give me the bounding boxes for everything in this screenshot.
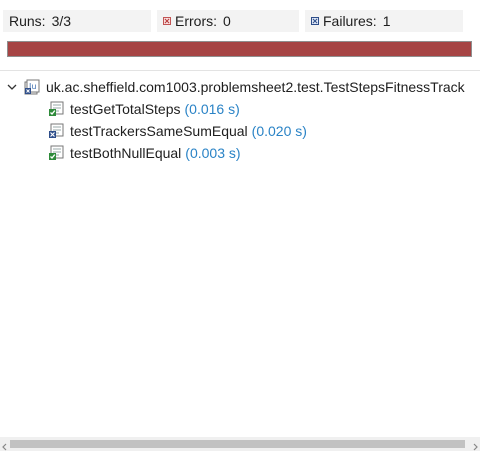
view-right-edge xyxy=(480,0,489,451)
test-failed-icon xyxy=(48,123,64,139)
runs-counter: Runs: 3/3 xyxy=(3,10,151,32)
tree-row-test[interactable]: testTrackersSameSumEqual (0.020 s) xyxy=(48,120,307,142)
errors-value: 0 xyxy=(223,13,231,29)
suite-label: uk.ac.sheffield.com1003.problemsheet2.te… xyxy=(46,79,465,95)
errors-counter: Errors: 0 xyxy=(157,10,299,32)
error-icon xyxy=(163,17,171,25)
test-name: testBothNullEqual xyxy=(70,145,182,161)
tree-row-test[interactable]: testGetTotalSteps (0.016 s) xyxy=(48,98,240,120)
junit-view: Runs: 3/3 Errors: 0 Failures: 1 Ju uk.ac… xyxy=(0,0,489,451)
failures-value: 1 xyxy=(382,13,391,29)
chevron-down-icon[interactable] xyxy=(6,81,18,93)
test-name: testTrackersSameSumEqual xyxy=(70,123,248,139)
test-name: testGetTotalSteps xyxy=(70,101,181,117)
tree-row-test[interactable]: testBothNullEqual (0.003 s) xyxy=(48,142,241,164)
failures-counter: Failures: 1 xyxy=(305,10,463,32)
test-time: (0.003 s) xyxy=(185,145,241,161)
test-time: (0.016 s) xyxy=(184,101,240,117)
test-progress-bar xyxy=(7,41,472,57)
test-tree[interactable]: Ju uk.ac.sheffield.com1003.problemsheet2… xyxy=(0,72,480,432)
scroll-left-arrow-icon[interactable] xyxy=(0,439,10,451)
failures-label: Failures: xyxy=(323,13,377,29)
scroll-right-arrow-icon[interactable] xyxy=(470,439,480,451)
test-passed-icon xyxy=(48,101,64,117)
test-passed-icon xyxy=(48,145,64,161)
horizontal-scrollbar[interactable] xyxy=(0,437,480,451)
progress-fill xyxy=(8,42,471,56)
runs-label: Runs: xyxy=(9,13,46,29)
failure-icon xyxy=(311,17,319,25)
runs-value: 3/3 xyxy=(51,13,72,29)
errors-label: Errors: xyxy=(175,13,217,29)
test-time: (0.020 s) xyxy=(251,123,307,139)
counters-bar: Runs: 3/3 Errors: 0 Failures: 1 xyxy=(3,8,473,34)
tree-row-suite[interactable]: Ju uk.ac.sheffield.com1003.problemsheet2… xyxy=(6,76,465,98)
scrollbar-thumb[interactable] xyxy=(10,440,465,448)
divider xyxy=(0,70,480,71)
junit-suite-failure-icon: Ju xyxy=(24,79,40,95)
